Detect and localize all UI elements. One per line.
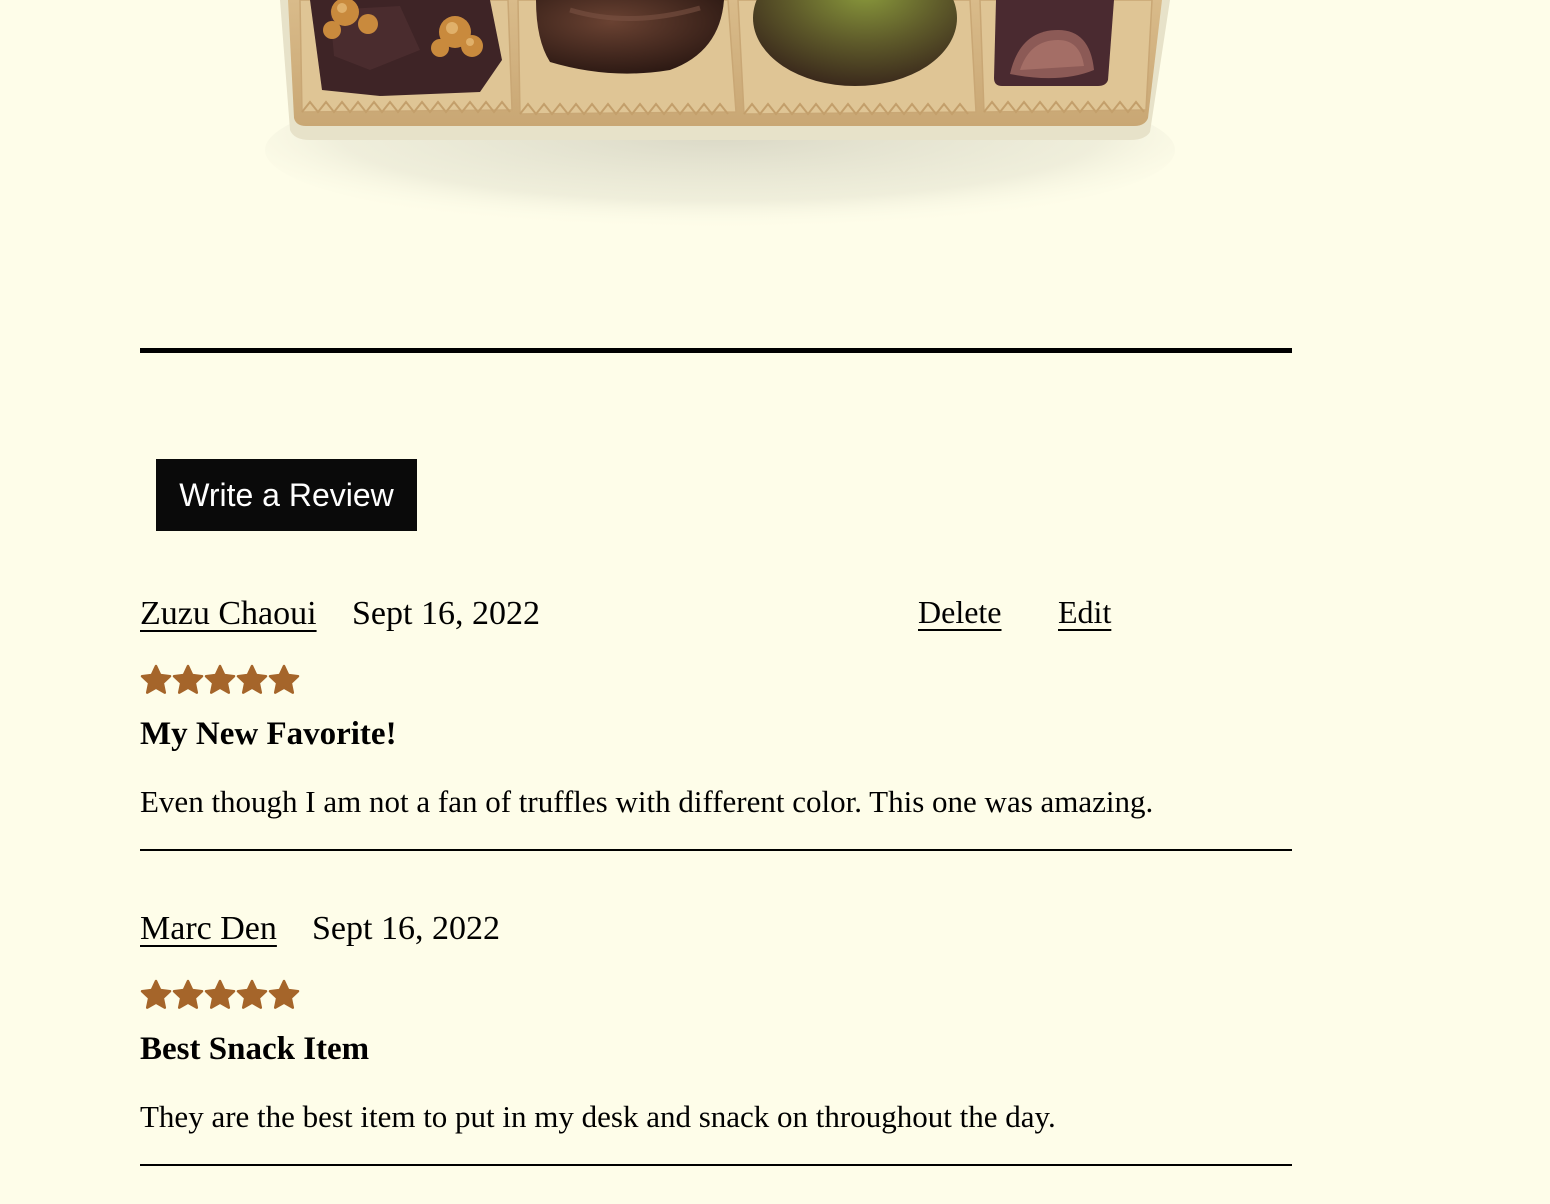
star-rating (140, 664, 300, 698)
delete-review-link[interactable]: Delete (918, 586, 1002, 638)
review-date: Sept 16, 2022 (312, 910, 500, 947)
review-title: Best Snack Item (140, 1031, 370, 1067)
review-header: Zuzu Chaoui Sept 16, 2022 Delete Edit (140, 588, 1292, 640)
star-icon (140, 979, 172, 1013)
review-date: Sept 16, 2022 (352, 595, 540, 632)
review-item: Zuzu Chaoui Sept 16, 2022 Delete Edit My… (140, 588, 1292, 851)
reviewer-name-link[interactable]: Marc Den (140, 903, 277, 955)
product-image (250, 0, 1190, 240)
review-title: My New Favorite! (140, 716, 397, 752)
review-divider (140, 1164, 1292, 1166)
star-icon (140, 664, 172, 698)
review-body: They are the best item to put in my desk… (140, 1099, 1056, 1134)
review-header: Marc Den Sept 16, 2022 (140, 903, 1292, 955)
star-icon (236, 979, 268, 1013)
write-review-button[interactable]: Write a Review (156, 459, 417, 531)
section-divider (140, 348, 1292, 353)
review-item: Marc Den Sept 16, 2022 Best Snack Item T… (140, 903, 1292, 1166)
star-icon (268, 664, 300, 698)
reviewer-name-link[interactable]: Zuzu Chaoui (140, 588, 317, 640)
star-icon (268, 979, 300, 1013)
star-icon (172, 664, 204, 698)
star-icon (236, 664, 268, 698)
star-rating (140, 979, 300, 1013)
star-icon (172, 979, 204, 1013)
review-divider (140, 849, 1292, 851)
edit-review-link[interactable]: Edit (1058, 586, 1111, 638)
star-icon (204, 979, 236, 1013)
star-icon (204, 664, 236, 698)
review-body: Even though I am not a fan of truffles w… (140, 784, 1154, 819)
